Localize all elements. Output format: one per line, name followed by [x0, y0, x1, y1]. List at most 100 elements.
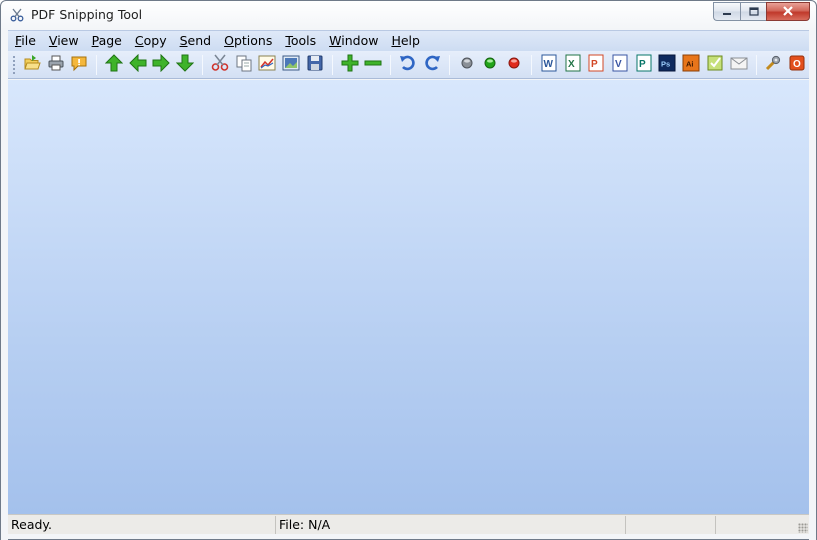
send-to-powerpoint-button[interactable]: P	[584, 53, 608, 77]
send-to-notepad-button[interactable]	[703, 53, 727, 77]
document-area[interactable]	[8, 80, 809, 514]
window-border-right	[809, 30, 816, 540]
window-border-left	[1, 30, 8, 540]
toolbar-separator	[96, 54, 98, 75]
minimize-button[interactable]	[713, 2, 740, 21]
toolbar-separator	[530, 54, 532, 75]
menu-window[interactable]: Window	[323, 31, 385, 52]
svg-text:Ps: Ps	[661, 60, 670, 69]
toolbar-separator	[331, 54, 333, 75]
mail-icon	[730, 54, 748, 75]
maximize-icon	[748, 5, 759, 19]
menu-view[interactable]: View	[43, 31, 86, 52]
green-light-button[interactable]	[478, 53, 502, 77]
send-to-visio-button[interactable]: V	[608, 53, 632, 77]
minimize-icon	[722, 5, 732, 19]
page-previous-button[interactable]	[126, 53, 150, 77]
copy-image-button[interactable]	[279, 53, 303, 77]
caption-buttons	[713, 2, 810, 21]
open-button[interactable]	[20, 53, 44, 77]
image-icon	[282, 54, 300, 75]
resize-grip[interactable]	[798, 523, 808, 533]
settings-icon	[764, 54, 782, 75]
photoshop-icon: Ps	[658, 54, 676, 75]
red-dot-icon	[505, 54, 523, 75]
svg-text:V: V	[615, 59, 622, 70]
notepad-icon	[706, 54, 724, 75]
svg-text:P: P	[591, 59, 598, 70]
zoom-out-button[interactable]	[362, 53, 386, 77]
zoom-out-icon	[364, 54, 382, 75]
copy-icon	[235, 54, 253, 75]
gray-dot-icon	[458, 54, 476, 75]
red-light-button[interactable]	[502, 53, 526, 77]
open-icon	[23, 54, 41, 75]
svg-text:Ai: Ai	[686, 60, 694, 69]
title-bar[interactable]: PDF Snipping Tool	[1, 1, 816, 30]
save-button[interactable]	[303, 53, 327, 77]
arrow-left-icon	[129, 53, 147, 75]
menu-file[interactable]: File	[9, 31, 43, 52]
toolbar-separator	[755, 54, 757, 75]
menu-help[interactable]: Help	[385, 31, 427, 52]
undo-icon	[399, 54, 417, 75]
settings-button[interactable]	[762, 53, 786, 77]
status-bar: Ready. File: N/A	[8, 514, 809, 534]
copy-chart-button[interactable]	[256, 53, 280, 77]
cut-icon	[211, 54, 229, 75]
menu-bar: File View Page Copy Send Options Tools W…	[8, 30, 809, 51]
powerpoint-icon: P	[587, 54, 605, 75]
maximize-button[interactable]	[740, 2, 766, 21]
svg-text:X: X	[568, 59, 575, 70]
info-icon	[70, 54, 88, 75]
send-to-photoshop-button[interactable]: Ps	[656, 53, 680, 77]
toolbar-separator	[390, 54, 392, 75]
undo-button[interactable]	[396, 53, 420, 77]
toolbar-separator	[202, 54, 204, 75]
toolbar-grip[interactable]	[12, 54, 16, 75]
save-icon	[306, 54, 324, 75]
toolbar-separator	[448, 54, 450, 75]
visio-icon: V	[611, 54, 629, 75]
gray-light-button[interactable]	[455, 53, 479, 77]
main-toolbar: W X P V P Ps Ai O	[8, 51, 809, 79]
page-next-button[interactable]	[150, 53, 174, 77]
print-icon	[47, 54, 65, 75]
publisher-icon: P	[635, 54, 653, 75]
menu-page[interactable]: Page	[86, 31, 129, 52]
menu-options[interactable]: Options	[218, 31, 279, 52]
excel-icon: X	[564, 54, 582, 75]
page-down-button[interactable]	[173, 53, 197, 77]
send-to-publisher-button[interactable]: P	[632, 53, 656, 77]
office-icon: O	[788, 54, 806, 75]
arrow-down-icon	[176, 54, 195, 75]
redo-icon	[423, 54, 441, 75]
page-up-button[interactable]	[102, 53, 126, 77]
zoom-in-button[interactable]	[338, 53, 362, 77]
send-to-excel-button[interactable]: X	[561, 53, 585, 77]
svg-text:W: W	[543, 59, 553, 70]
menu-tools[interactable]: Tools	[279, 31, 323, 52]
menu-send[interactable]: Send	[174, 31, 219, 52]
green-dot-icon	[481, 54, 499, 75]
close-button[interactable]	[766, 2, 810, 21]
scissors-app-icon	[10, 8, 24, 22]
illustrator-icon: Ai	[682, 54, 700, 75]
app-window: PDF Snipping Tool File View Page Copy Se…	[0, 0, 817, 540]
copy-button[interactable]	[232, 53, 256, 77]
arrow-right-icon	[152, 53, 171, 75]
redo-button[interactable]	[420, 53, 444, 77]
status-pane-3	[626, 515, 716, 534]
menu-copy[interactable]: Copy	[129, 31, 174, 52]
chart-icon	[258, 54, 276, 75]
send-to-word-button[interactable]: W	[537, 53, 561, 77]
office-button[interactable]: O	[785, 53, 809, 77]
word-icon: W	[540, 54, 558, 75]
status-ready: Ready.	[8, 515, 276, 534]
snip-button[interactable]	[208, 53, 232, 77]
send-to-mail-button[interactable]	[727, 53, 751, 77]
print-button[interactable]	[44, 53, 68, 77]
send-to-illustrator-button[interactable]: Ai	[679, 53, 703, 77]
info-button[interactable]	[67, 53, 91, 77]
status-pane-4	[716, 516, 809, 534]
